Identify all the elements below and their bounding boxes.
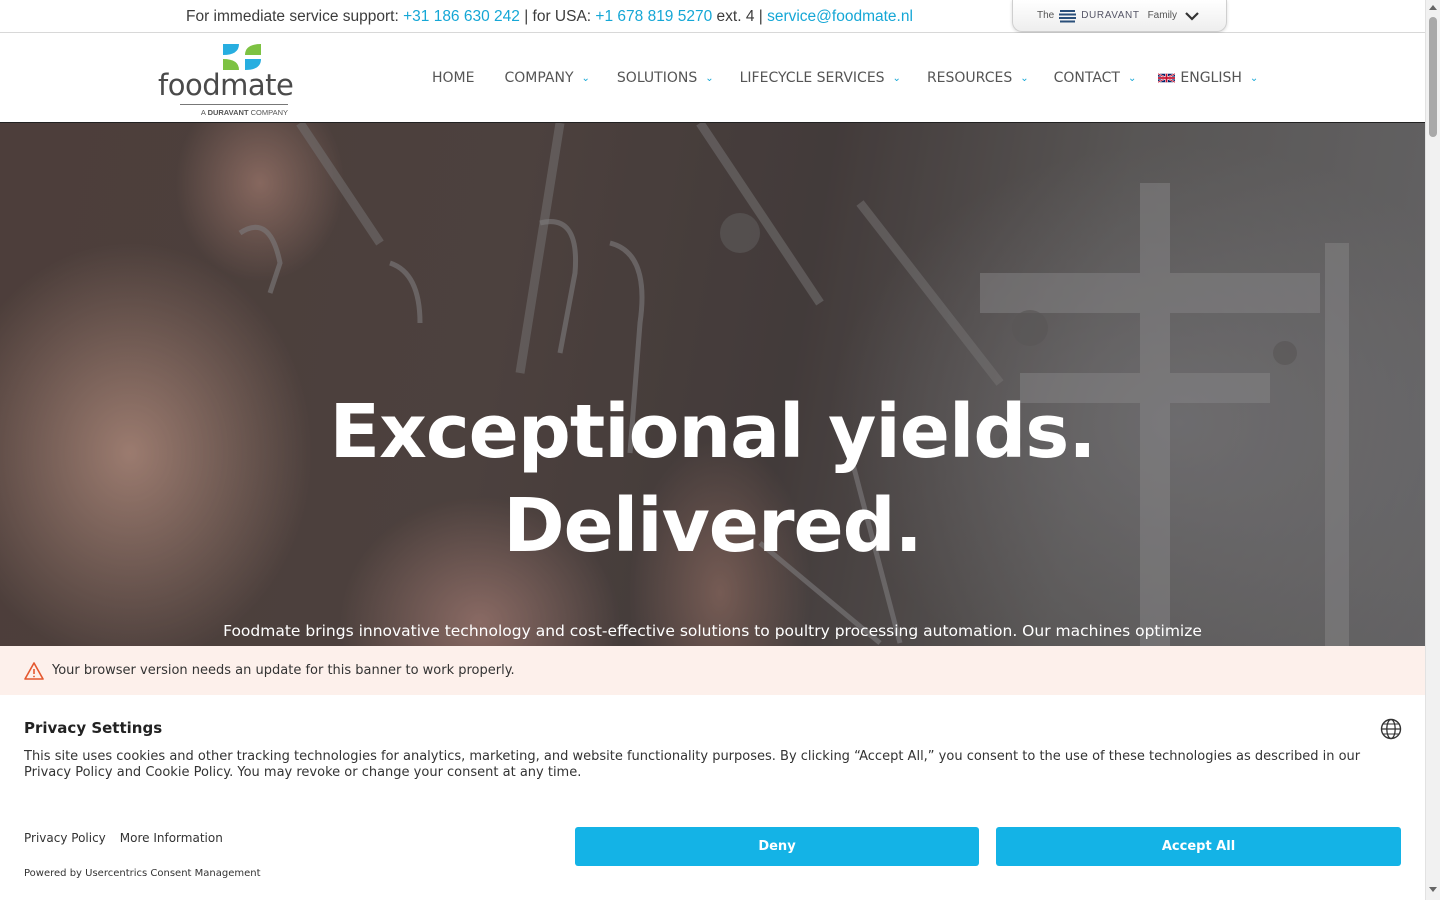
nav-label: RESOURCES — [926, 70, 1013, 86]
hero-heading-line2: Delivered. — [503, 483, 923, 569]
uk-flag-icon — [1158, 72, 1176, 84]
tagline-prefix: A — [200, 108, 206, 117]
chevron-down-icon: ⌄ — [581, 73, 590, 84]
nav-item-lifecycle-services[interactable]: LIFECYCLE SERVICES ⌄ — [740, 70, 901, 86]
hero-section: Exceptional yields. Delivered. Foodmate … — [0, 123, 1425, 648]
nav-item-contact[interactable]: CONTACT ⌄ — [1054, 70, 1137, 86]
more-information-link[interactable]: More Information — [120, 831, 223, 845]
logo-wordmark: foodmate — [158, 68, 294, 102]
main-navigation: HOME COMPANY ⌄ SOLUTIONS ⌄ LIFECYCLE SER… — [432, 70, 1258, 86]
privacy-message: This site uses cookies and other trackin… — [24, 749, 1361, 780]
hero-heading-line1: Exceptional yields. — [329, 389, 1097, 475]
nav-item-resources[interactable]: RESOURCES ⌄ — [927, 70, 1029, 86]
warning-text: Your browser version needs an update for… — [52, 663, 515, 678]
scrollbar-thumb[interactable] — [1429, 17, 1437, 137]
family-word-text: Family — [1147, 10, 1178, 21]
nav-label: CONTACT — [1053, 70, 1120, 86]
support-info: For immediate service support: +31 186 6… — [186, 8, 913, 26]
family-the-text: The — [1037, 10, 1055, 21]
nav-item-home[interactable]: HOME — [432, 70, 474, 86]
nav-item-solutions[interactable]: SOLUTIONS ⌄ — [617, 70, 714, 86]
extension-text: ext. 4 | — [712, 8, 768, 25]
browser-warning-banner: Your browser version needs an update for… — [0, 646, 1425, 695]
deny-button[interactable]: Deny — [575, 827, 979, 866]
site-header: foodmate A DURAVANT COMPANY HOME COMPANY… — [0, 33, 1425, 123]
chevron-down-icon — [1185, 11, 1199, 21]
nav-item-company[interactable]: COMPANY ⌄ — [504, 70, 589, 86]
scroll-up-arrow-icon[interactable] — [1429, 5, 1437, 10]
nav-label: COMPANY — [504, 70, 574, 86]
chevron-down-icon: ⌄ — [1127, 73, 1137, 84]
page-scrollbar[interactable] — [1425, 0, 1440, 900]
nav-label: HOME — [432, 70, 475, 86]
tagline-brand: DURAVANT — [207, 108, 249, 117]
chevron-down-icon: ⌄ — [1020, 73, 1029, 84]
tagline-suffix: COMPANY — [250, 108, 288, 117]
privacy-policy-link[interactable]: Privacy Policy — [24, 831, 106, 845]
powered-by-text: Powered by Usercentrics Consent Manageme… — [24, 868, 261, 879]
usa-separator: | for USA: — [519, 8, 596, 25]
duravant-logo-icon — [1059, 9, 1077, 22]
scroll-down-arrow-icon[interactable] — [1429, 887, 1437, 892]
logo-tagline: A DURAVANT COMPANY — [180, 104, 288, 117]
hero-description: Foodmate brings innovative technology an… — [223, 622, 1202, 640]
language-globe-icon[interactable] — [1380, 718, 1402, 740]
privacy-settings-panel: Privacy Settings This site uses cookies … — [0, 695, 1425, 900]
foodmate-logo[interactable]: foodmate A DURAVANT COMPANY — [158, 42, 294, 117]
service-email-link[interactable]: service@foodmate.nl — [767, 8, 913, 25]
warning-icon — [24, 661, 44, 680]
support-label: For immediate service support: — [186, 8, 399, 25]
nav-label: SOLUTIONS — [616, 70, 698, 86]
consent-links: Privacy Policy More Information — [24, 831, 223, 845]
nav-label: LIFECYCLE SERVICES — [739, 70, 885, 86]
duravant-family-dropdown[interactable]: The DURAVANT Family — [1012, 0, 1227, 32]
family-brand-text: DURAVANT — [1081, 10, 1140, 21]
chevron-down-icon: ⌄ — [892, 73, 901, 84]
chevron-down-icon: ⌄ — [705, 73, 714, 84]
nav-label: ENGLISH — [1180, 70, 1242, 86]
chevron-down-icon: ⌄ — [1249, 73, 1259, 84]
phone-usa-link[interactable]: +1 678 819 5270 — [595, 8, 712, 25]
privacy-settings-title: Privacy Settings — [24, 719, 163, 737]
nav-item-language[interactable]: ENGLISH ⌄ — [1158, 70, 1258, 86]
accept-all-button[interactable]: Accept All — [996, 827, 1401, 866]
phone-nl-link[interactable]: +31 186 630 242 — [403, 8, 520, 25]
top-support-bar: For immediate service support: +31 186 6… — [0, 0, 1425, 33]
